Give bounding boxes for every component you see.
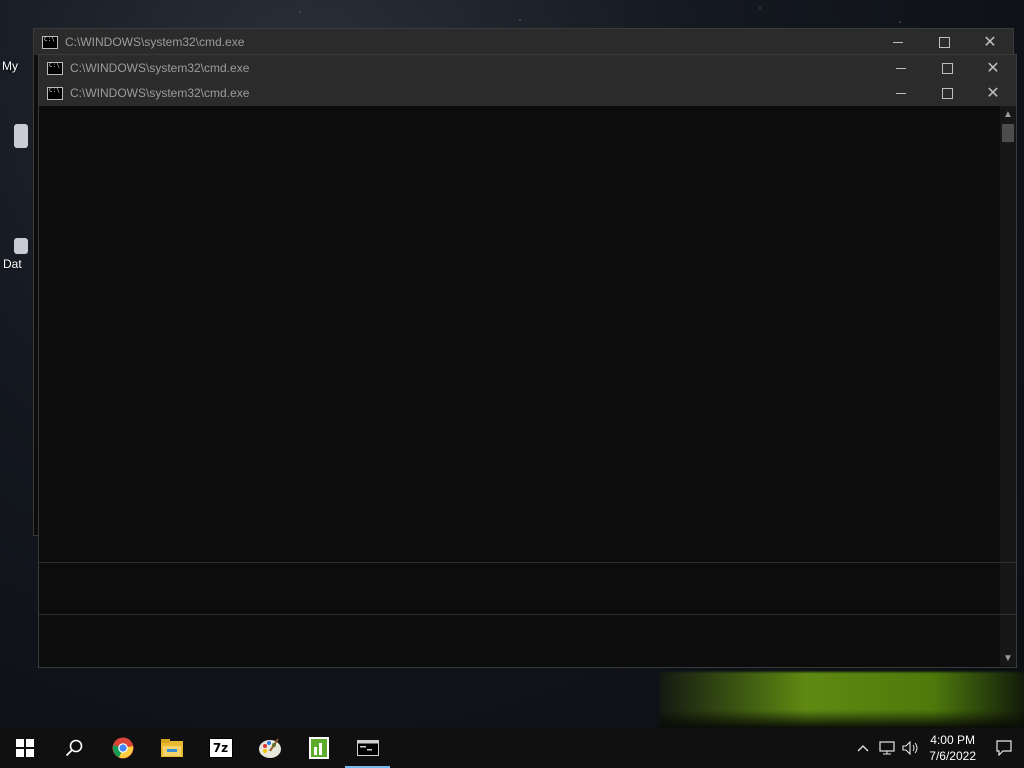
chevron-up-icon bbox=[857, 745, 869, 752]
window-title: C:\WINDOWS\system32\cmd.exe bbox=[70, 86, 250, 100]
desktop-label-my: My bbox=[2, 59, 18, 73]
desktop-icon-computer[interactable] bbox=[14, 124, 28, 148]
cmd-window-3[interactable]: C:\WINDOWS\system32\cmd.exe ✕ ▲ ▼ bbox=[38, 80, 1017, 668]
notepad-chart-icon bbox=[308, 737, 329, 759]
palette-icon bbox=[258, 738, 281, 758]
action-center-icon bbox=[996, 740, 1012, 756]
cmd-icon bbox=[42, 35, 58, 49]
scroll-down-arrow[interactable]: ▼ bbox=[1000, 650, 1016, 666]
cmd-icon bbox=[47, 86, 63, 100]
minimize-button[interactable] bbox=[875, 29, 921, 55]
window-title: C:\WINDOWS\system32\cmd.exe bbox=[65, 35, 245, 49]
titlebar[interactable]: C:\WINDOWS\system32\cmd.exe ✕ bbox=[39, 55, 1016, 81]
minimize-button[interactable] bbox=[878, 80, 924, 106]
system-tray: 4:00 PM 7/6/2022 bbox=[851, 728, 1024, 768]
chrome-button[interactable] bbox=[98, 728, 147, 768]
clock-date: 7/6/2022 bbox=[929, 749, 976, 763]
terminal-icon bbox=[356, 740, 379, 756]
taskbar: 7z 4:00 PM 7/6/2022 bbox=[0, 728, 1024, 768]
volume-icon bbox=[902, 741, 918, 755]
scroll-up-arrow[interactable]: ▲ bbox=[1000, 106, 1016, 122]
close-button[interactable]: ✕ bbox=[970, 80, 1016, 106]
divider bbox=[39, 562, 1016, 563]
search-button[interactable] bbox=[49, 728, 98, 768]
paint-button[interactable] bbox=[245, 728, 294, 768]
notepad-button[interactable] bbox=[294, 728, 343, 768]
chrome-icon bbox=[112, 737, 133, 759]
cmd-taskbar-button[interactable] bbox=[343, 728, 392, 768]
maximize-button[interactable] bbox=[924, 55, 970, 81]
vertical-scrollbar[interactable]: ▲ ▼ bbox=[1000, 106, 1016, 666]
scroll-thumb[interactable] bbox=[1002, 124, 1014, 142]
console-area[interactable] bbox=[39, 106, 1000, 667]
network-icon bbox=[879, 741, 895, 755]
minimize-button[interactable] bbox=[878, 55, 924, 81]
close-button[interactable]: ✕ bbox=[970, 55, 1016, 81]
search-icon bbox=[65, 739, 82, 757]
network-button[interactable] bbox=[875, 741, 899, 755]
file-explorer-button[interactable] bbox=[147, 728, 196, 768]
maximize-button[interactable] bbox=[921, 29, 967, 55]
show-hidden-icons-chevron[interactable] bbox=[851, 744, 875, 752]
window-title: C:\WINDOWS\system32\cmd.exe bbox=[70, 61, 250, 75]
maximize-button[interactable] bbox=[924, 80, 970, 106]
windows-logo-icon bbox=[15, 739, 34, 757]
7zip-button[interactable]: 7z bbox=[196, 728, 245, 768]
divider bbox=[39, 614, 1016, 615]
close-button[interactable]: ✕ bbox=[967, 29, 1013, 55]
start-button[interactable] bbox=[0, 728, 49, 768]
volume-button[interactable] bbox=[899, 741, 923, 755]
cmd-icon bbox=[47, 61, 63, 75]
titlebar[interactable]: C:\WINDOWS\system32\cmd.exe ✕ bbox=[34, 29, 1013, 55]
desktop-label-data: Dat bbox=[3, 257, 22, 271]
7zip-icon: 7z bbox=[208, 738, 233, 758]
folder-icon bbox=[160, 739, 183, 757]
action-center-button[interactable] bbox=[984, 740, 1024, 756]
clock-time: 4:00 PM bbox=[930, 733, 975, 747]
desktop-icon-data[interactable] bbox=[14, 238, 28, 254]
titlebar[interactable]: C:\WINDOWS\system32\cmd.exe ✕ bbox=[39, 80, 1016, 106]
wallpaper-grass bbox=[660, 672, 1024, 728]
clock[interactable]: 4:00 PM 7/6/2022 bbox=[929, 732, 976, 764]
